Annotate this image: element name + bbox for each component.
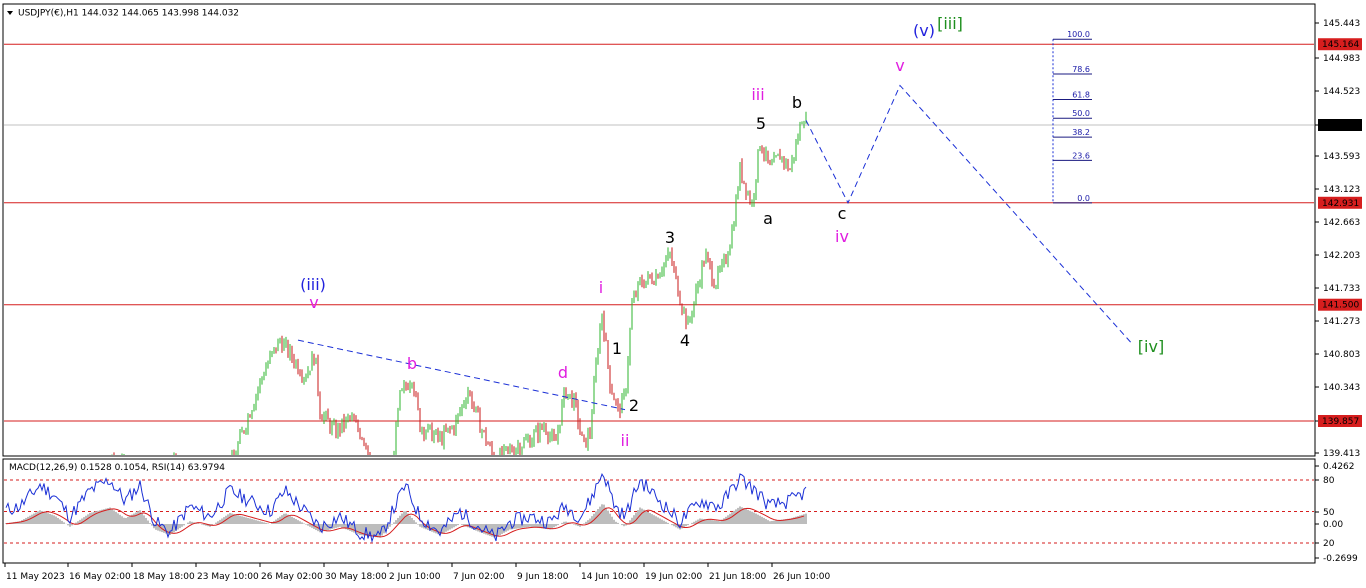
fib-level-label: 78.6 bbox=[1072, 65, 1090, 74]
time-tick-label: 21 Jun 18:00 bbox=[709, 572, 766, 582]
level-price-label: 142.931 bbox=[1322, 199, 1359, 209]
time-tick-label: 7 Jun 02:00 bbox=[453, 572, 505, 582]
indicator-tick-label: 80 bbox=[1323, 476, 1335, 486]
wave-label: ii bbox=[621, 431, 630, 450]
main-chart-frame bbox=[2, 3, 1316, 457]
price-tick-label: 145.443 bbox=[1323, 19, 1360, 29]
wave-label: iv bbox=[835, 227, 849, 246]
time-tick-label: 11 May 2023 bbox=[6, 572, 65, 582]
time-tick-label: 30 May 18:00 bbox=[325, 572, 387, 582]
fib-level-label: 100.0 bbox=[1067, 30, 1090, 39]
time-tick-label: 16 May 02:00 bbox=[69, 572, 131, 582]
price-tick-label: 142.663 bbox=[1323, 218, 1360, 228]
indicator-header: MACD(12,26,9) 0.1528 0.1054, RSI(14) 63.… bbox=[9, 463, 225, 473]
fib-level-label: 38.2 bbox=[1072, 128, 1090, 137]
price-tick-label: 140.803 bbox=[1323, 350, 1360, 360]
indicator-tick-label: 0.4262 bbox=[1323, 462, 1355, 472]
fib-level-label: 61.8 bbox=[1072, 91, 1090, 100]
wave-label: b bbox=[792, 93, 802, 112]
wave-label: 5 bbox=[756, 114, 766, 133]
price-tick-label: 143.123 bbox=[1323, 185, 1360, 195]
chart-canvas: 100.078.661.850.038.223.60.0 (v) [iii]vii… bbox=[2, 3, 1362, 582]
time-tick-label: 2 Jun 10:00 bbox=[389, 572, 441, 582]
wave-label: (iii) bbox=[300, 275, 326, 294]
level-price-label: 139.857 bbox=[1322, 417, 1359, 427]
wave-label: [iii] bbox=[937, 14, 963, 33]
indicator-tick-label: -0.2699 bbox=[1323, 554, 1358, 564]
time-tick-label: 26 Jun 10:00 bbox=[773, 572, 830, 582]
price-tick-label: 141.733 bbox=[1323, 284, 1360, 294]
time-tick-label: 18 May 18:00 bbox=[133, 572, 195, 582]
wave-label: i bbox=[599, 278, 603, 297]
current-price-label: 144.032 bbox=[1322, 121, 1359, 131]
fib-level-label: 50.0 bbox=[1072, 109, 1090, 118]
wave-label: 2 bbox=[629, 396, 639, 415]
wave-label: 1 bbox=[612, 339, 622, 358]
indicator-tick-label: 20 bbox=[1323, 539, 1335, 549]
wave-label: iii bbox=[751, 85, 764, 104]
wave-label: b bbox=[407, 354, 417, 373]
wave-label: c bbox=[838, 204, 847, 223]
wave-label: 3 bbox=[665, 228, 675, 247]
wave-label: v bbox=[309, 293, 318, 312]
price-tick-label: 142.203 bbox=[1323, 251, 1360, 261]
fib-level-label: 0.0 bbox=[1077, 194, 1090, 203]
level-price-label: 145.164 bbox=[1322, 40, 1359, 50]
time-tick-label: 23 May 10:00 bbox=[197, 572, 259, 582]
price-tick-label: 139.413 bbox=[1323, 449, 1360, 459]
wave-label: [iv] bbox=[1138, 337, 1164, 356]
wave-label: v bbox=[895, 56, 904, 75]
price-tick-label: 141.273 bbox=[1323, 317, 1360, 327]
wave-label: 4 bbox=[680, 331, 690, 350]
price-tick-label: 140.343 bbox=[1323, 383, 1360, 393]
price-tick-label: 144.523 bbox=[1323, 87, 1360, 97]
fib-level-label: 23.6 bbox=[1072, 151, 1090, 160]
time-tick-label: 9 Jun 18:00 bbox=[517, 572, 569, 582]
level-price-label: 141.500 bbox=[1322, 301, 1359, 311]
price-tick-label: 144.983 bbox=[1323, 54, 1360, 64]
price-tick-label: 143.593 bbox=[1323, 152, 1360, 162]
time-tick-label: 19 Jun 02:00 bbox=[645, 572, 702, 582]
time-tick-label: 14 Jun 10:00 bbox=[581, 572, 638, 582]
wave-label: a bbox=[763, 209, 773, 228]
indicator-tick-label: 50 bbox=[1323, 508, 1335, 518]
symbol-header: USDJPY(€),H1 144.032 144.065 143.998 144… bbox=[18, 9, 239, 19]
wave-label: d bbox=[558, 363, 568, 382]
wave-label: (v) bbox=[913, 21, 935, 40]
indicator-tick-label: 0.00 bbox=[1323, 520, 1343, 530]
time-tick-label: 26 May 02:00 bbox=[261, 572, 323, 582]
